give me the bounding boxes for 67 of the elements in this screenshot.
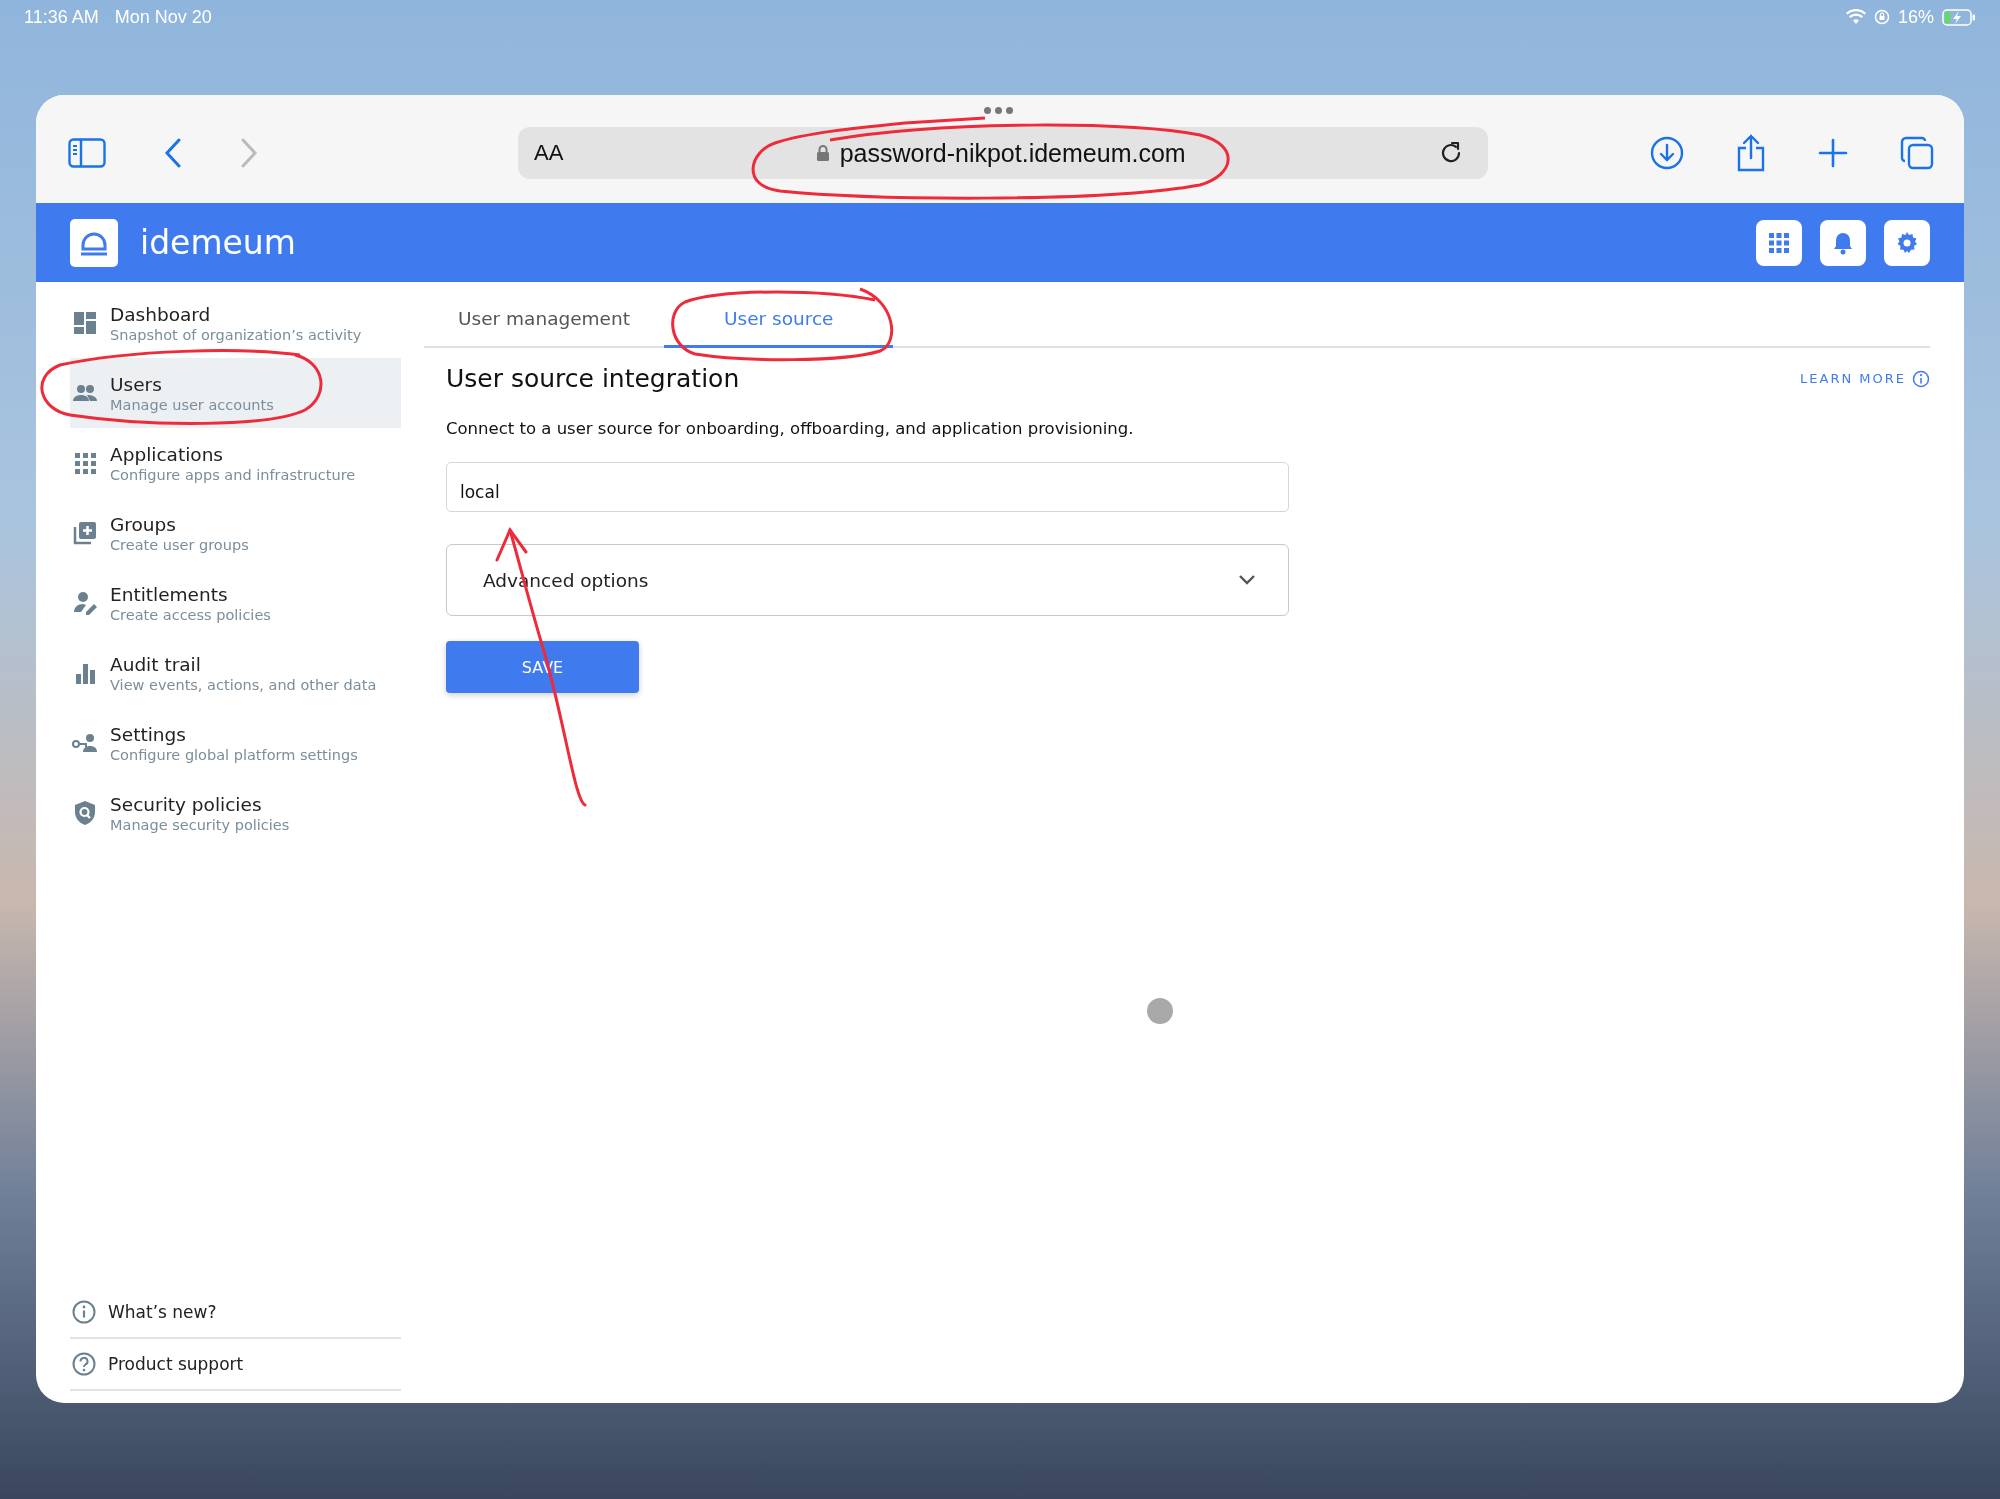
nav-title: Security policies xyxy=(110,793,263,815)
battery-charging-icon xyxy=(1942,8,1976,26)
section-description: Connect to a user source for onboarding, offboarding, and application provisioning. xyxy=(446,419,1134,438)
nav-icon xyxy=(72,800,98,826)
nav-icon xyxy=(72,450,98,476)
orientation-lock-icon xyxy=(1873,9,1890,25)
nav-subtitle: Configure apps and infrastructure xyxy=(110,466,356,483)
plus-icon[interactable] xyxy=(1818,138,1848,168)
user-source-field[interactable]: local xyxy=(446,462,1289,512)
sidebar-item[interactable]: Entitlements Create access policies xyxy=(70,568,401,638)
back-icon[interactable] xyxy=(164,138,182,168)
settings-button[interactable] xyxy=(1884,219,1930,266)
nav-icon xyxy=(72,520,98,546)
tab[interactable]: User management xyxy=(424,282,664,348)
nav-title: Audit trail xyxy=(110,653,202,675)
sidebar-item[interactable]: Audit trail View events, actions, and other data xyxy=(70,638,401,708)
sidebar-item[interactable]: Dashboard Snapshot of organization’s activity xyxy=(70,288,401,358)
notifications-button[interactable] xyxy=(1820,219,1866,266)
nav-subtitle: Manage security policies xyxy=(110,816,290,833)
lock-icon xyxy=(815,144,830,162)
sidebar-item[interactable]: Applications Configure apps and infrastructure xyxy=(70,428,401,498)
section-title: User source integration xyxy=(446,364,740,393)
nav-subtitle: Snapshot of organization’s activity xyxy=(110,326,362,343)
tab[interactable]: User source xyxy=(664,282,894,348)
download-icon[interactable] xyxy=(1650,136,1684,170)
nav-title: Dashboard xyxy=(110,303,212,325)
bell-icon xyxy=(1832,230,1854,255)
window-grabber-icon[interactable] xyxy=(984,107,1013,114)
nav-subtitle: Create user groups xyxy=(110,536,249,553)
apps-grid-button[interactable] xyxy=(1756,219,1802,266)
wifi-icon xyxy=(1845,9,1866,25)
nav-subtitle: Configure global platform settings xyxy=(110,746,358,763)
app-logo-icon xyxy=(70,218,118,267)
info-icon xyxy=(1912,369,1930,388)
nav-subtitle: View events, actions, and other data xyxy=(110,676,377,693)
nav-title: Settings xyxy=(110,723,187,745)
footer-icon xyxy=(72,1352,96,1376)
nav-title: Applications xyxy=(110,443,224,465)
grid-icon xyxy=(1768,231,1790,254)
url-text: password-nikpot.idemeum.com xyxy=(839,138,1186,168)
app-name: idemeum xyxy=(140,223,296,262)
nav-title: Users xyxy=(110,373,163,395)
sidebar-item[interactable]: Groups Create user groups xyxy=(70,498,401,568)
nav-subtitle: Manage user accounts xyxy=(110,396,274,413)
sidebar-item[interactable]: Users Manage user accounts xyxy=(70,358,401,428)
chevron-icon xyxy=(1238,574,1256,586)
sidebar-item[interactable]: Security policies Manage security policies xyxy=(70,778,401,848)
text-size-button[interactable]: AA xyxy=(534,140,564,166)
sidebar-item[interactable]: Settings Configure global platform settings xyxy=(70,708,401,778)
nav-subtitle: Create access policies xyxy=(110,606,271,623)
status-date: Mon Nov 20 xyxy=(114,6,212,28)
gear-icon xyxy=(1895,230,1919,255)
nav-title: Entitlements xyxy=(110,583,229,605)
learn-more-link[interactable]: LEARN MORE xyxy=(1800,369,1930,388)
footer-icon xyxy=(72,1300,96,1324)
share-icon[interactable] xyxy=(1736,134,1766,172)
nav-icon xyxy=(72,310,98,336)
nav-title: Groups xyxy=(110,513,177,535)
status-time: 11:36 AM xyxy=(24,6,99,28)
battery-percent: 16% xyxy=(1897,6,1934,28)
sidebar-toggle-icon[interactable] xyxy=(68,138,106,168)
loading-dot xyxy=(1146,997,1174,1025)
footer-link[interactable]: Product support xyxy=(70,1339,401,1391)
address-bar[interactable]: AA password-nikpot.idemeum.com xyxy=(518,127,1488,179)
tabs-icon[interactable] xyxy=(1900,136,1934,170)
footer-link[interactable]: What’s new? xyxy=(70,1287,401,1339)
nav-icon xyxy=(72,590,98,616)
